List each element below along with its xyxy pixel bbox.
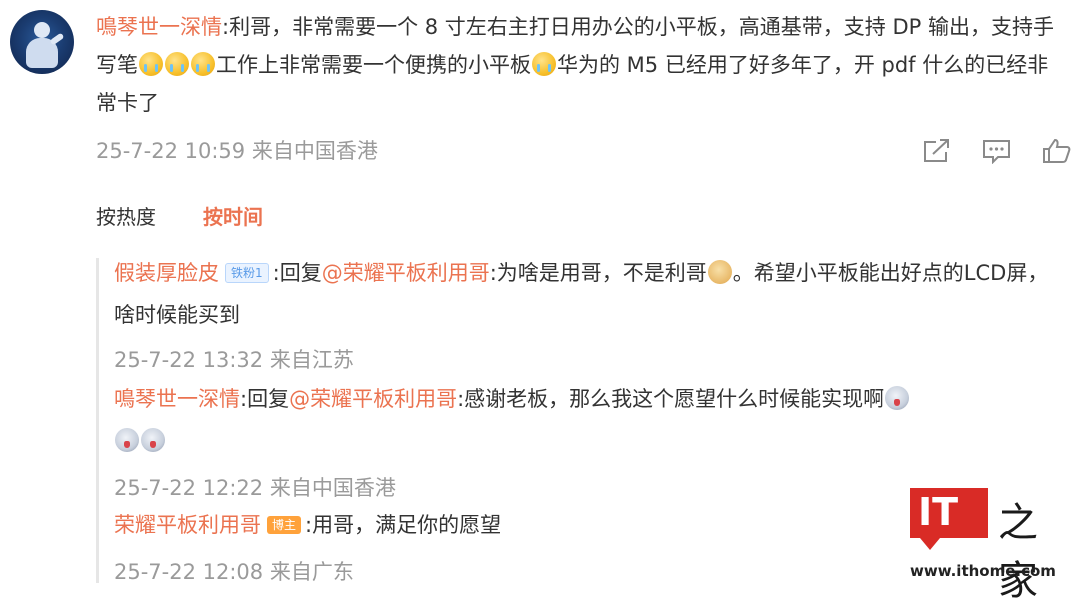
avatar[interactable] (10, 10, 74, 74)
ithome-logo: IT (910, 488, 988, 538)
share-button[interactable] (922, 138, 952, 164)
reply-timestamp: 25-7-22 13:32 来自江苏 (114, 348, 354, 372)
reply-prefix: :回复 (240, 387, 290, 411)
main-comment-timestamp: 25-7-22 10:59 来自中国香港 (96, 139, 378, 163)
ithome-logo-tail (920, 538, 940, 550)
sort-by-hot-tab[interactable]: 按热度 (96, 201, 156, 230)
ithome-watermark: IT 之家 www.ithome.com (910, 488, 1070, 604)
main-comment: 鳴琴世一深情:利哥，非常需要一个 8 寸左右主打日用办公的小平板，高通基带，支持… (96, 8, 1064, 122)
avatar-figure-arm (49, 32, 65, 46)
reply-text: :用哥，满足你的愿望 (305, 513, 502, 537)
doge-emoji (707, 260, 732, 284)
reply-text: :感谢老板，那么我这个愿望什么时候能实现啊 (457, 387, 885, 411)
like-button[interactable] (1042, 138, 1072, 164)
like-icon (1043, 138, 1071, 163)
share-icon (924, 139, 949, 162)
ithome-url: www.ithome.com (910, 562, 1056, 580)
mention-link[interactable]: @荣耀平板利用哥 (289, 387, 457, 411)
avatar-figure-head (34, 22, 50, 38)
reply-timestamp: 25-7-22 12:08 来自广东 (114, 560, 354, 584)
reply-username[interactable]: 假装厚脸皮 (114, 261, 219, 285)
reply-username[interactable]: 荣耀平板利用哥 (114, 513, 261, 537)
main-comment-text-2: 工作上非常需要一个便携的小平板 (216, 53, 531, 77)
comment-button[interactable] (982, 138, 1012, 164)
reply-text: :为啥是用哥，不是利哥 (489, 261, 707, 285)
reply-timestamp: 25-7-22 12:22 来自中国香港 (114, 476, 396, 500)
mention-link[interactable]: @荣耀平板利用哥 (322, 261, 490, 285)
sort-by-time-tab[interactable]: 按时间 (203, 201, 263, 230)
fan-badge: 铁粉1 (225, 263, 269, 283)
crying-face-emoji (885, 386, 910, 410)
cry-emoji (139, 52, 163, 76)
blogger-badge: 博主 (267, 516, 302, 534)
ithome-logo-text: IT (918, 490, 959, 534)
reply-username[interactable]: 鳴琴世一深情 (114, 387, 240, 411)
comment-icon (983, 140, 1010, 164)
crying-face-emoji (141, 428, 165, 452)
cry-emoji (191, 52, 215, 76)
reply-item: 鳴琴世一深情:回复@荣耀平板利用哥:感谢老板，那么我这个愿望什么时候能实现啊 (114, 378, 1054, 462)
crying-face-emoji (115, 428, 139, 452)
cry-emoji (532, 52, 556, 76)
reply-item: 假装厚脸皮 铁粉1:回复@荣耀平板利用哥:为啥是用哥，不是利哥 。希望小平板能出好点… (114, 252, 1054, 336)
cry-emoji (165, 52, 189, 76)
reply-thread-divider (96, 258, 99, 583)
reply-prefix: :回复 (272, 261, 322, 285)
main-comment-username[interactable]: 鳴琴世一深情 (96, 15, 222, 39)
ithome-logo-chars: 之家 (998, 500, 1038, 604)
